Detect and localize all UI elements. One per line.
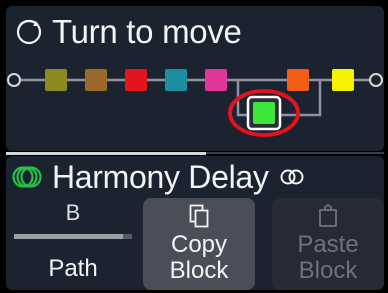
delay-category-icon bbox=[12, 166, 42, 188]
paste-label-line2: Block bbox=[298, 257, 358, 284]
fx-block[interactable] bbox=[287, 69, 309, 91]
stereo-link-icon bbox=[280, 169, 304, 185]
fx-block[interactable] bbox=[85, 69, 107, 91]
model-header: Harmony Delay bbox=[12, 157, 305, 197]
paste-label-line1: Paste bbox=[297, 231, 359, 258]
path-slider-fill bbox=[14, 234, 123, 239]
fx-block[interactable] bbox=[205, 69, 227, 91]
output-endpoint[interactable] bbox=[369, 73, 383, 87]
path-label: Path bbox=[48, 255, 98, 282]
paste-block-button[interactable]: Paste Block bbox=[272, 198, 384, 290]
model-name[interactable]: Harmony Delay bbox=[52, 161, 269, 193]
copy-label-line1: Copy bbox=[170, 231, 228, 258]
copy-label-line2: Block bbox=[169, 257, 229, 284]
path-control[interactable]: B Path bbox=[14, 198, 132, 290]
paste-block-label: Paste Block bbox=[272, 232, 384, 284]
fx-block-selected[interactable] bbox=[253, 102, 275, 124]
fx-block[interactable] bbox=[125, 69, 147, 91]
path-slider[interactable] bbox=[14, 234, 132, 239]
copy-icon bbox=[189, 204, 209, 228]
input-endpoint[interactable] bbox=[7, 73, 21, 87]
fx-block[interactable] bbox=[45, 69, 67, 91]
path-value: B bbox=[65, 200, 81, 225]
panel-focus-indicator bbox=[6, 152, 206, 155]
fx-block[interactable] bbox=[332, 69, 354, 91]
paste-icon bbox=[319, 204, 337, 227]
copy-block-button[interactable]: Copy Block bbox=[143, 198, 255, 290]
fx-block[interactable] bbox=[165, 69, 187, 91]
copy-block-label: Copy Block bbox=[143, 232, 255, 284]
